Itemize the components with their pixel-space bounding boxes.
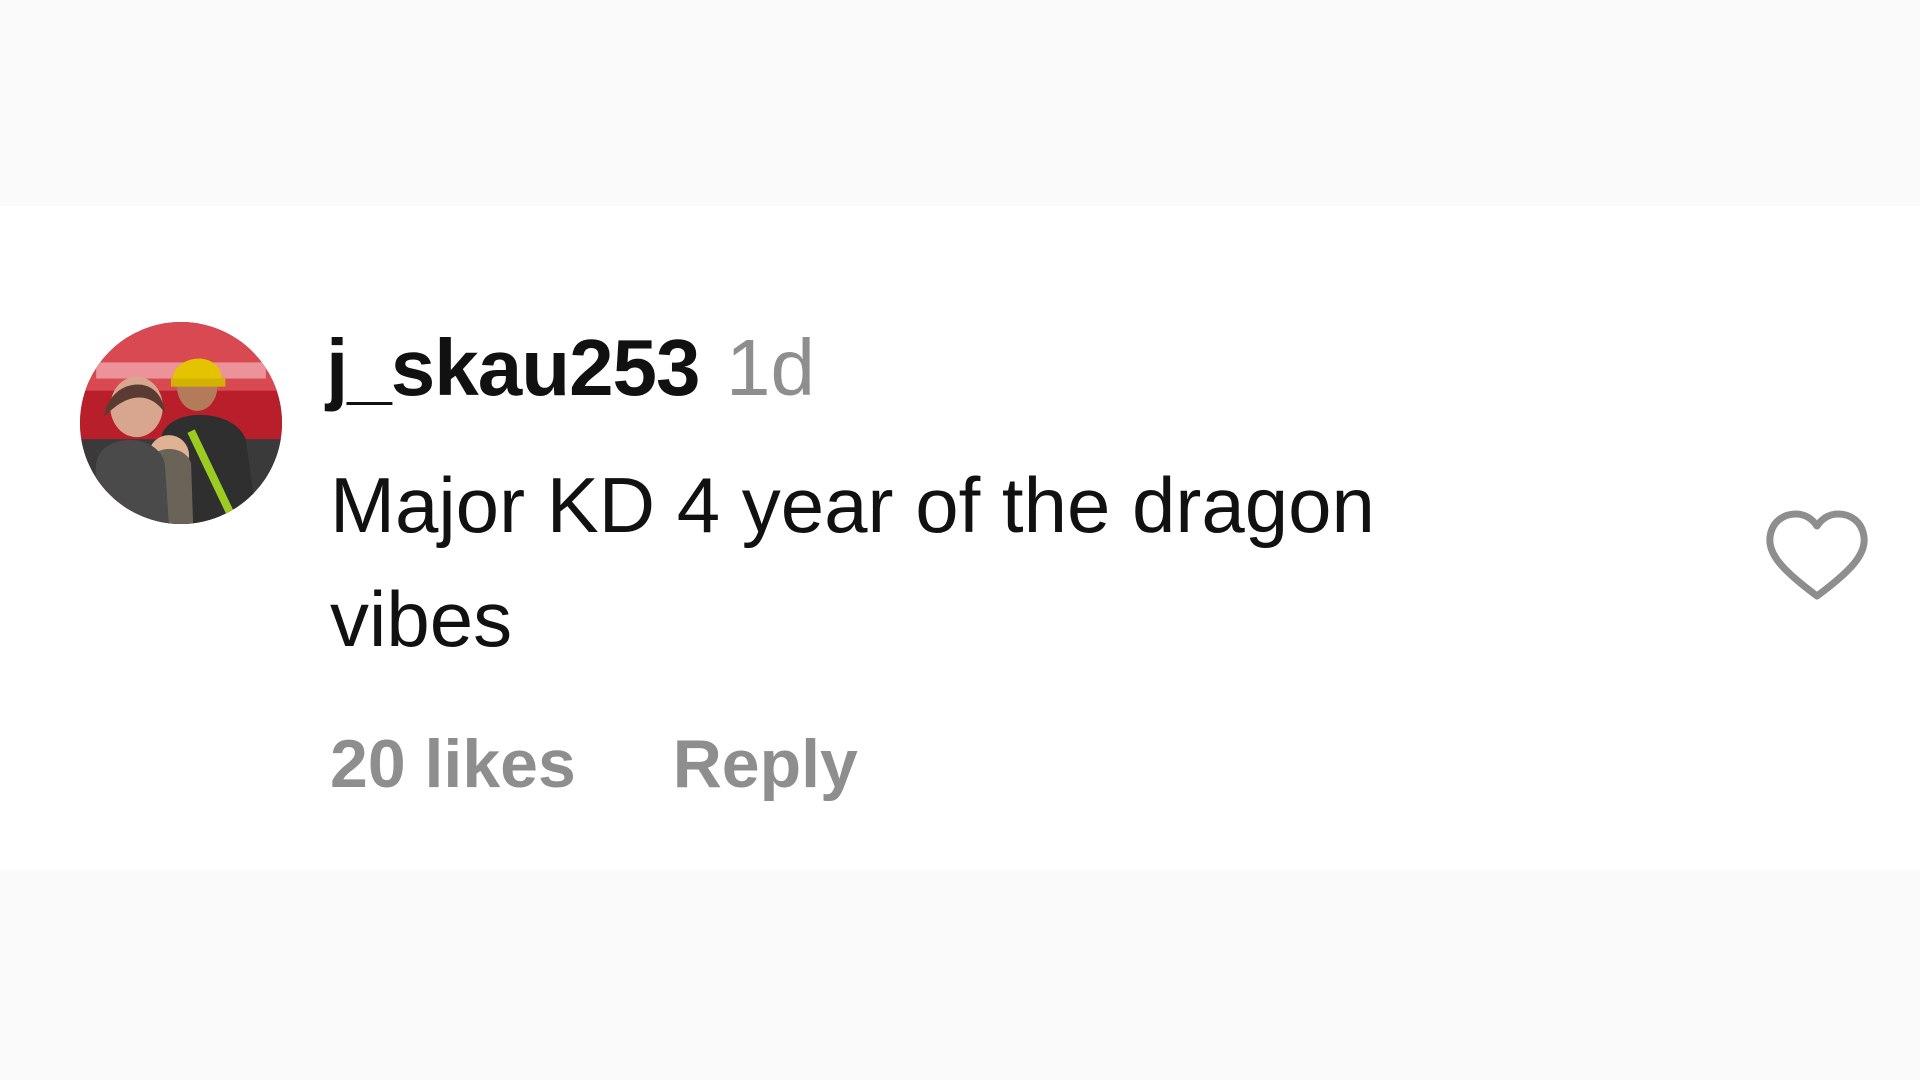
avatar-photo (80, 322, 282, 524)
comment-card: j_skau253 1d Major KD 4 year of the drag… (0, 206, 1920, 870)
page: j_skau253 1d Major KD 4 year of the drag… (0, 0, 1920, 1080)
heart-outline-icon (1766, 510, 1868, 600)
username-link[interactable]: j_skau253 (326, 323, 701, 412)
comment-text: Major KD 4 year of the dragon vibes (330, 461, 1375, 663)
comment-actions: 20 likes Reply (330, 730, 858, 798)
likes-count[interactable]: 20 likes (330, 726, 576, 802)
like-button[interactable] (1762, 508, 1872, 608)
comment-header: j_skau253 1d (326, 328, 815, 408)
comment-time: 1d (726, 323, 815, 412)
avatar[interactable] (80, 322, 282, 524)
reply-button[interactable]: Reply (673, 726, 858, 802)
